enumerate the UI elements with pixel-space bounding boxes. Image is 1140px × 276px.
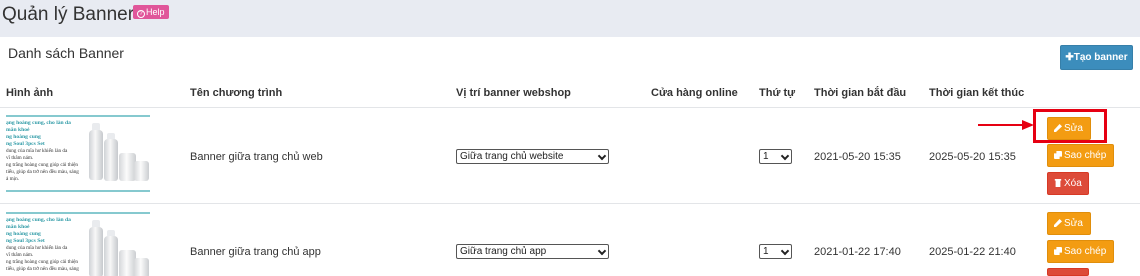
edit-button-highlight <box>1033 109 1107 143</box>
chevron-down-icon <box>597 246 607 256</box>
copy-label: Sao chép <box>1064 150 1107 161</box>
chevron-down-icon <box>597 151 607 161</box>
copy-icon <box>1054 151 1062 159</box>
order-select[interactable]: 1 <box>759 149 792 164</box>
banner-thumbnail: ạng hoàng cung, cho làn da mắn khoẻ ng h… <box>6 115 150 192</box>
chevron-down-icon <box>780 246 790 256</box>
order-select-value: 1 <box>763 151 769 162</box>
delete-button[interactable]: Xóa <box>1047 172 1089 195</box>
panel-title: Danh sách Banner <box>8 45 124 61</box>
delete-button-partial[interactable] <box>1047 268 1089 276</box>
plus-icon: ✚ <box>1065 52 1074 63</box>
order-select-value: 1 <box>763 246 769 257</box>
column-header-end-time: Thời gian kết thúc <box>929 87 1025 99</box>
position-select[interactable]: Giữa trang chủ website <box>456 149 609 164</box>
start-time: 2021-01-22 17:40 <box>814 246 901 258</box>
create-banner-button[interactable]: ✚Tạo banner <box>1060 45 1133 70</box>
copy-icon <box>1054 247 1062 255</box>
position-select[interactable]: Giữa trang chủ app <box>456 244 609 259</box>
column-header-order: Thứ tự <box>759 87 796 99</box>
thumbnail-text: ạng hoàng cung, cho làn da mắn khoẻ ng h… <box>6 120 79 182</box>
edit-label: Sửa <box>1064 218 1083 229</box>
row-divider <box>0 203 1140 204</box>
end-time: 2025-05-20 15:35 <box>929 151 1016 163</box>
thumbnail-text: ạng hoàng cung, cho làn da mắn khoẻ ng h… <box>6 217 79 272</box>
copy-label: Sao chép <box>1064 246 1107 257</box>
page-title: Quản lý Banner <box>2 4 135 25</box>
question-icon: ? <box>137 10 145 18</box>
program-name: Banner giữa trang chủ app <box>190 246 321 258</box>
banner-thumbnail: ạng hoàng cung, cho làn da mắn khoẻ ng h… <box>6 212 150 276</box>
column-header-start-time: Thời gian bắt đầu <box>814 87 907 99</box>
program-name: Banner giữa trang chủ web <box>190 151 323 163</box>
position-select-value: Giữa trang chủ app <box>460 246 547 257</box>
column-header-online-store: Cửa hàng online <box>651 87 738 99</box>
copy-button[interactable]: Sao chép <box>1047 240 1114 263</box>
page-header: Quản lý Banner ? Help <box>0 0 1140 36</box>
column-header-image: Hình ảnh <box>6 87 54 99</box>
position-select-value: Giữa trang chủ website <box>460 151 564 162</box>
column-header-program-name: Tên chương trình <box>190 87 283 99</box>
order-select[interactable]: 1 <box>759 244 792 259</box>
copy-button[interactable]: Sao chép <box>1047 144 1114 167</box>
help-badge[interactable]: ? Help <box>133 5 169 19</box>
delete-label: Xóa <box>1064 178 1082 189</box>
start-time: 2021-05-20 15:35 <box>814 151 901 163</box>
pencil-icon <box>1054 219 1062 227</box>
end-time: 2025-01-22 21:40 <box>929 246 1016 258</box>
chevron-down-icon <box>780 151 790 161</box>
column-header-webshop-position: Vị trí banner webshop <box>456 87 571 99</box>
trash-icon <box>1054 179 1062 187</box>
create-banner-label: Tạo banner <box>1073 52 1128 63</box>
header-divider <box>0 107 1140 108</box>
help-label: Help <box>146 7 165 17</box>
banner-list-panel: Danh sách Banner ✚Tạo banner Hình ảnh Tê… <box>0 37 1140 276</box>
edit-button[interactable]: Sửa <box>1047 212 1091 235</box>
red-arrow-annotation <box>978 120 1034 130</box>
